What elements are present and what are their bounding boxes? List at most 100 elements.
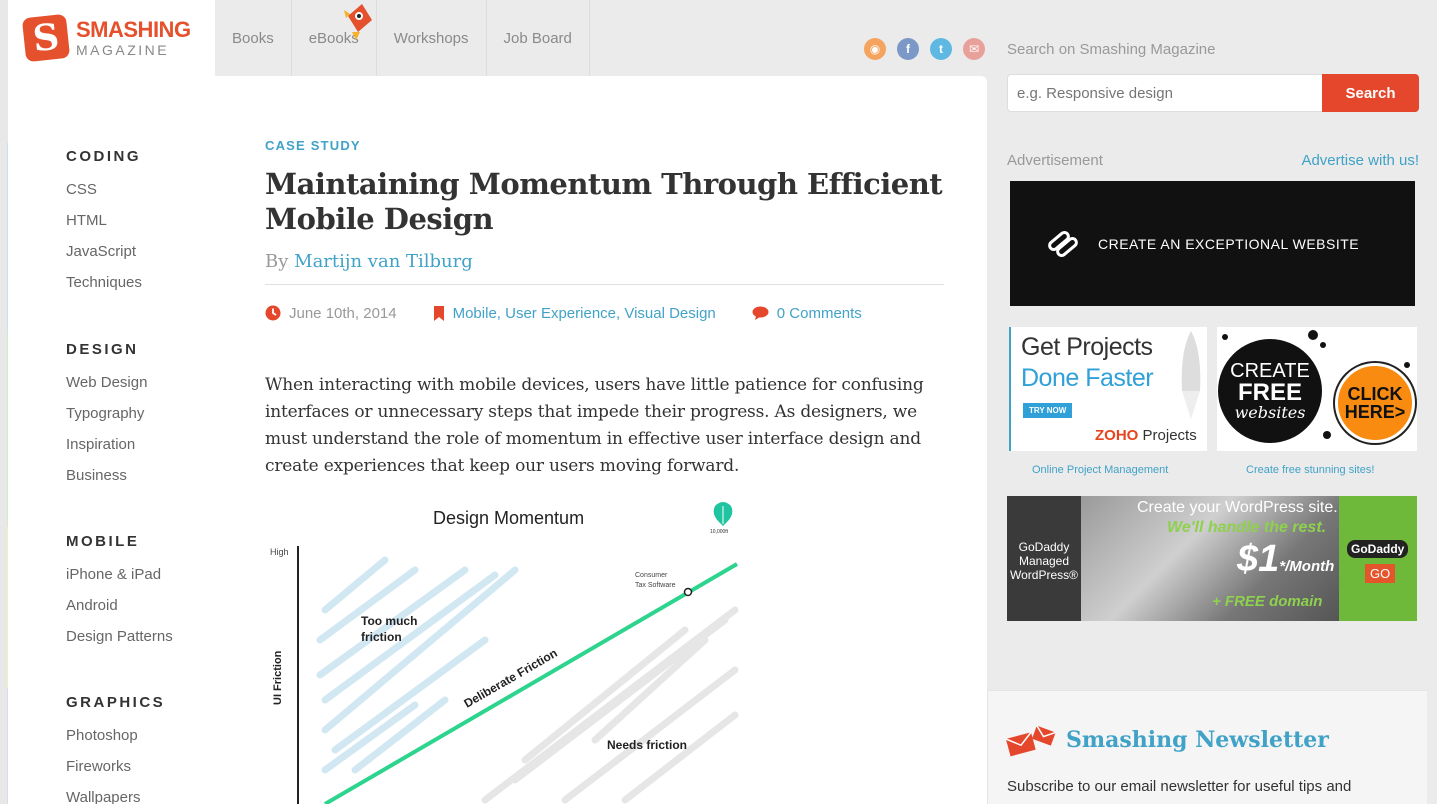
clock-icon — [265, 305, 281, 321]
publish-date-text: June 10th, 2014 — [289, 304, 397, 322]
free-text: FREE — [1237, 379, 1302, 406]
godaddy-ad[interactable]: GoDaddy Managed WordPress® Create your W… — [1007, 496, 1417, 621]
article-byline: By Martijn van Tilburg — [265, 251, 945, 272]
figure-logo-text: 10,000ft — [710, 529, 729, 535]
blue-zone — [316, 556, 519, 774]
squarespace-logo-icon — [1048, 230, 1078, 257]
squarespace-ad[interactable]: CREATE AN EXCEPTIONAL WEBSITE — [1010, 181, 1415, 306]
nav-workshops[interactable]: Workshops — [377, 0, 487, 76]
zoho-ad-caption[interactable]: Online Project Management — [1032, 464, 1168, 476]
godaddy-logo: GoDaddy — [1347, 540, 1409, 558]
create-free-websites-ad[interactable]: CREATE FREE websites CLICK HERE> — [1217, 327, 1417, 451]
design-momentum-figure: Design Momentum 10,000ft High UI Frictio… — [265, 500, 745, 804]
consumer-label: Consumer — [635, 572, 668, 579]
advertise-link[interactable]: Advertise with us! — [1301, 152, 1419, 169]
zoho-ad[interactable]: Get Projects Done Faster TRY NOW ZOHO Pr… — [1009, 327, 1207, 451]
godaddy-price-period: /Month — [1285, 558, 1335, 575]
tags-links[interactable]: Mobile, User Experience, Visual Design — [453, 305, 716, 322]
too-much-label: Too much — [361, 614, 417, 628]
byline-prefix: By — [265, 251, 289, 272]
newsletter-title: Smashing Newsletter — [1066, 727, 1329, 753]
category-link[interactable]: HTML — [66, 211, 246, 242]
click-here-button[interactable]: CLICK HERE> — [1335, 363, 1415, 443]
search-label: Search on Smashing Magazine — [1007, 41, 1216, 58]
zoho-headline-2: Done Faster — [1021, 364, 1154, 392]
article-meta: June 10th, 2014 Mobile, User Experience,… — [265, 303, 945, 323]
category-link[interactable]: Design Patterns — [66, 627, 246, 658]
zoho-headline-1: Get Projects — [1021, 333, 1153, 361]
zoho-logo-text: ZOHO — [1095, 427, 1139, 444]
logo-title: SMASHING — [76, 17, 191, 42]
gd-left-3: WordPress® — [1010, 568, 1078, 582]
category-link[interactable]: JavaScript — [66, 242, 246, 273]
here-text: HERE> — [1344, 402, 1406, 422]
category-title[interactable]: MOBILE — [66, 533, 246, 553]
rss-icon[interactable]: ◉ — [864, 38, 886, 60]
bookmark-icon — [433, 305, 444, 321]
comment-icon — [752, 306, 769, 320]
godaddy-side-text: GoDaddy Managed WordPress® — [1007, 496, 1081, 621]
friction-label: friction — [361, 630, 402, 644]
zoho-brand: ZOHO Projects — [1095, 427, 1197, 444]
gd-left-2: Managed — [1018, 554, 1070, 568]
article: CASE STUDY Maintaining Momentum Through … — [265, 138, 945, 480]
facebook-icon[interactable]: f — [897, 38, 919, 60]
category-coding: CODING CSS HTML JavaScript Techniques — [66, 148, 246, 341]
search-button[interactable]: Search — [1322, 74, 1419, 112]
rocket-icon — [1181, 331, 1201, 419]
category-link[interactable]: Inspiration — [66, 435, 246, 466]
logo-mark: S — [21, 13, 71, 63]
squarespace-ad-text: CREATE AN EXCEPTIONAL WEBSITE — [1098, 235, 1360, 252]
godaddy-price: $1*/Month — [1237, 538, 1334, 581]
twitter-icon[interactable]: t — [930, 38, 952, 60]
godaddy-go-button[interactable]: GO — [1365, 564, 1396, 583]
nav-books[interactable]: Books — [215, 0, 292, 76]
category-title[interactable]: DESIGN — [66, 341, 246, 361]
ebook-mascot-icon — [343, 4, 372, 40]
divider — [265, 284, 944, 285]
create-text: CREATE — [1230, 360, 1310, 382]
comments-count: 0 Comments — [776, 304, 862, 322]
category-mobile: MOBILE iPhone & iPad Android Design Patt… — [66, 533, 246, 694]
category-link[interactable]: CSS — [66, 180, 246, 211]
godaddy-free-domain: + FREE domain — [1212, 593, 1323, 610]
category-link[interactable]: Android — [66, 596, 246, 627]
category-link[interactable]: Web Design — [66, 373, 246, 404]
figure-y-high: High — [270, 547, 289, 557]
nav-ebooks[interactable]: eBooks — [292, 0, 377, 76]
zoho-product: Projects — [1142, 427, 1197, 444]
websites-text: websites — [1234, 403, 1306, 422]
publish-date: June 10th, 2014 — [265, 305, 397, 322]
figure-illustration: 10,000ft High UI Friction Consumer Tax S… — [270, 502, 739, 804]
search-input[interactable] — [1007, 74, 1323, 112]
nav-job-board[interactable]: Job Board — [487, 0, 590, 76]
godaddy-green-panel — [1339, 496, 1417, 621]
create-ad-caption[interactable]: Create free stunning sites! — [1246, 464, 1374, 476]
figure-y-label: UI Friction — [272, 650, 284, 705]
click-text: CLICK — [1347, 384, 1403, 404]
category-title[interactable]: GRAPHICS — [66, 694, 246, 714]
category-link[interactable]: Wallpapers — [66, 788, 246, 804]
social-links: ◉ f t ✉ — [864, 38, 985, 60]
gd-left-1: GoDaddy — [1018, 540, 1070, 554]
figure-logo-icon — [713, 502, 733, 526]
category-link[interactable]: Techniques — [66, 273, 246, 304]
category-sidebar: CODING CSS HTML JavaScript Techniques DE… — [66, 148, 246, 804]
advertisement-label: Advertisement — [1007, 152, 1103, 169]
category-link[interactable]: Fireworks — [66, 757, 246, 788]
category-link[interactable]: iPhone & iPad — [66, 565, 246, 596]
zoho-try-now-button[interactable]: TRY NOW — [1023, 403, 1073, 418]
category-design: DESIGN Web Design Typography Inspiration… — [66, 341, 246, 533]
comments-link[interactable]: 0 Comments — [752, 305, 862, 322]
article-kicker[interactable]: CASE STUDY — [265, 138, 945, 153]
deliberate-friction-label: Deliberate Friction — [462, 646, 560, 711]
create-free-badge: CREATE FREE websites — [1218, 339, 1322, 443]
category-link[interactable]: Business — [66, 466, 246, 497]
godaddy-headline: Create your WordPress site. — [1137, 499, 1338, 516]
site-logo[interactable]: S SMASHING MAGAZINE — [8, 0, 215, 76]
author-link[interactable]: Martijn van Tilburg — [294, 251, 473, 272]
category-link[interactable]: Photoshop — [66, 726, 246, 757]
category-title[interactable]: CODING — [66, 148, 246, 168]
category-link[interactable]: Typography — [66, 404, 246, 435]
email-icon[interactable]: ✉ — [963, 38, 985, 60]
